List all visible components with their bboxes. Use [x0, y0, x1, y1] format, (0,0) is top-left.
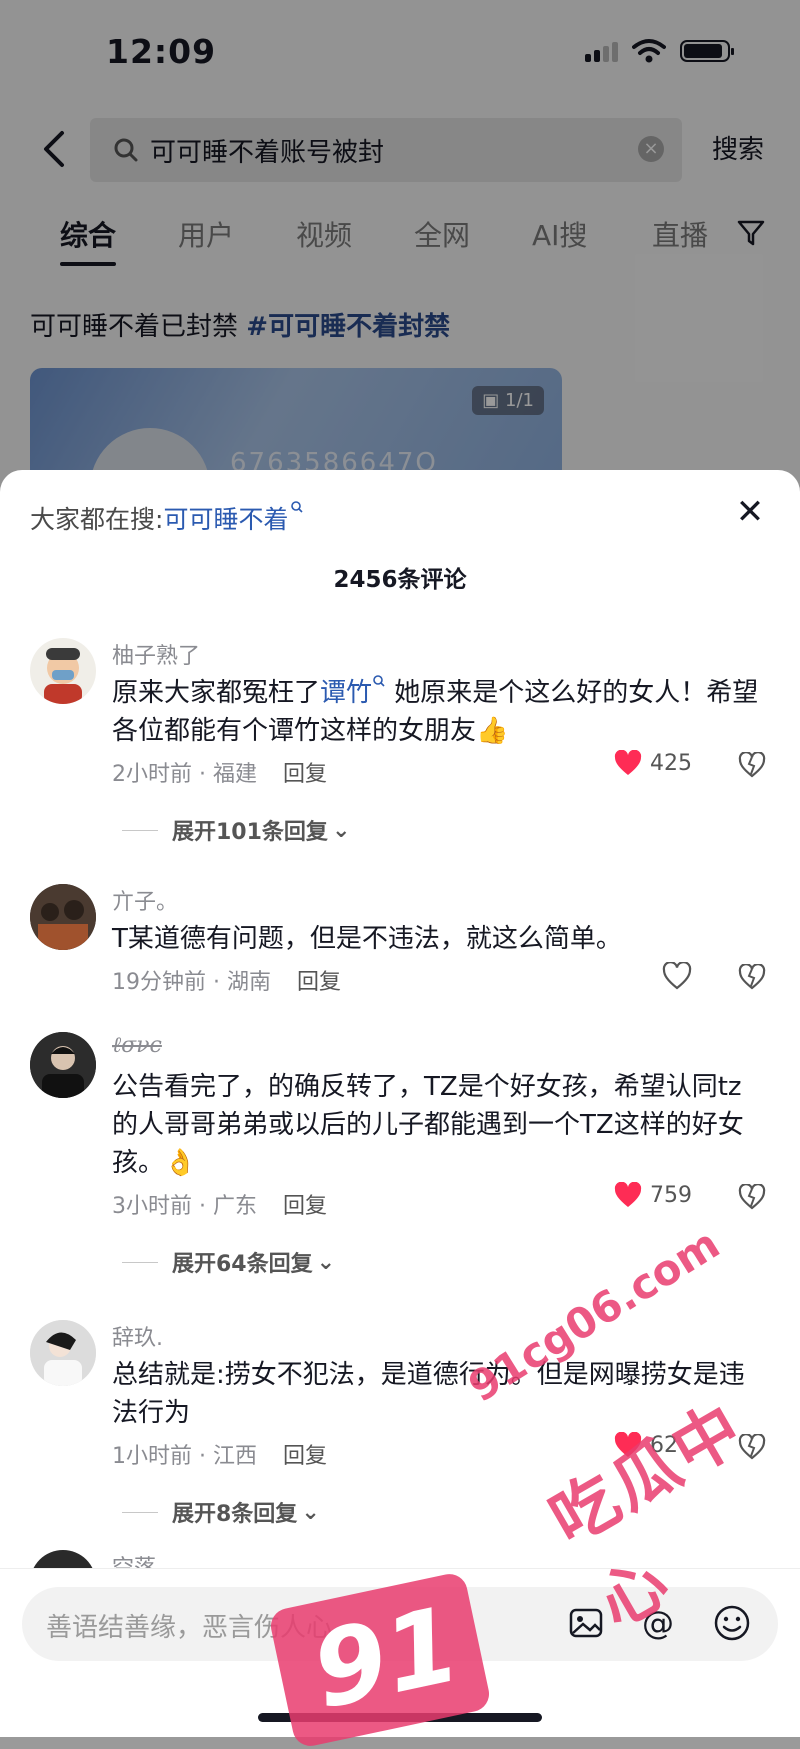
search-icon	[373, 675, 385, 687]
heart-filled-icon	[614, 1432, 642, 1457]
expand-replies-label: 展开101条回复	[172, 820, 328, 845]
comment-author[interactable]: 亣子。	[112, 884, 178, 916]
expand-replies-label: 展开64条回复	[172, 1252, 313, 1277]
trending-search[interactable]: 大家都在搜:可可睡不着	[30, 500, 304, 536]
comment-input-placeholder: 善语结善缘，恶言伤人心	[46, 1613, 333, 1643]
dislike-heart-icon[interactable]	[738, 1184, 766, 1210]
image-icon[interactable]	[566, 1603, 606, 1643]
emoji-icon[interactable]	[712, 1603, 752, 1643]
comment-author[interactable]: 柚子熟了	[112, 638, 200, 670]
comment-meta: 19分钟前 · 湖南 回复	[112, 964, 341, 996]
dislike-heart-icon[interactable]	[738, 752, 766, 778]
comment-text: T某道德有问题，但是不违法，就这么简单。	[112, 924, 622, 954]
trending-prefix: 大家都在搜:	[30, 505, 164, 534]
trending-keyword[interactable]: 可可睡不着	[163, 505, 288, 534]
mention-icon[interactable]: @	[638, 1603, 678, 1643]
search-icon	[291, 501, 304, 513]
heart-filled-icon	[614, 1182, 642, 1207]
expand-divider	[122, 829, 158, 831]
like-button[interactable]: 425	[614, 750, 692, 776]
comment-text: 公告看完了，的确反转了，TZ是个好女孩，希望认同tz的人哥哥弟弟或以后的儿子都能…	[112, 1072, 744, 1178]
comment-sheet: 大家都在搜:可可睡不着 ✕ 2456条评论 柚子熟了 原来大家都冤枉了谭竹 她原…	[0, 470, 800, 1736]
heart-outline-icon[interactable]	[662, 962, 692, 990]
like-count: 62	[650, 1432, 678, 1458]
expand-divider	[122, 1261, 158, 1263]
avatar[interactable]	[30, 638, 96, 704]
comment-text: 总结就是:捞女不犯法，是道德行为。但是网曝捞女是违法行为	[112, 1360, 745, 1428]
expand-replies[interactable]: 展开64条回复 ⌄	[122, 1246, 335, 1278]
expand-divider	[122, 1511, 158, 1513]
svg-text:@: @	[642, 1604, 674, 1642]
heart-filled-icon	[614, 750, 642, 775]
chevron-down-icon: ⌄	[301, 1499, 320, 1525]
expand-replies-label: 展开8条回复	[172, 1502, 298, 1527]
home-indicator[interactable]	[258, 1713, 542, 1722]
reply-button[interactable]: 回复	[283, 1444, 327, 1469]
chevron-down-icon: ⌄	[331, 817, 351, 843]
comment-author[interactable]: ℓσνє	[112, 1032, 162, 1058]
comment-meta: 1小时前 · 江西 回复	[112, 1438, 327, 1470]
like-count: 759	[650, 1182, 692, 1208]
comment-meta: 3小时前 · 广东 回复	[112, 1188, 327, 1220]
comment-time-location: 1小时前 · 江西	[112, 1444, 257, 1469]
reply-button[interactable]: 回复	[283, 762, 327, 787]
close-icon[interactable]: ✕	[730, 492, 770, 532]
like-button[interactable]: 62	[614, 1432, 678, 1458]
comment-keyword-link[interactable]: 谭竹	[320, 678, 372, 708]
reply-button[interactable]: 回复	[297, 970, 341, 995]
comment-meta: 2小时前 · 福建 回复	[112, 756, 327, 788]
comment-count: 2456条评论	[333, 567, 467, 593]
dislike-heart-icon[interactable]	[738, 964, 766, 990]
chevron-down-icon: ⌄	[316, 1249, 336, 1275]
comment-time-location: 19分钟前 · 湖南	[112, 970, 271, 995]
expand-replies[interactable]: 展开8条回复 ⌄	[122, 1496, 320, 1528]
reply-button[interactable]: 回复	[283, 1194, 327, 1219]
avatar[interactable]	[30, 884, 96, 950]
like-count: 425	[650, 750, 692, 776]
comment-author[interactable]: 辞玖.	[112, 1320, 163, 1352]
comment-time-location: 3小时前 · 广东	[112, 1194, 257, 1219]
comment-input-bar: 善语结善缘，恶言伤人心 @	[0, 1568, 800, 1737]
comment-input[interactable]: 善语结善缘，恶言伤人心 @	[22, 1587, 778, 1661]
comment-text: 原来大家都冤枉了谭竹 她原来是个这么好的女人！希望各位都能有个谭竹这样的女朋友👍	[112, 674, 762, 750]
expand-replies[interactable]: 展开101条回复 ⌄	[122, 814, 350, 846]
avatar[interactable]	[30, 1320, 96, 1386]
dislike-heart-icon[interactable]	[738, 1434, 766, 1460]
avatar[interactable]	[30, 1032, 96, 1098]
comment-text-part: 原来大家都冤枉了	[112, 678, 321, 708]
comment-time-location: 2小时前 · 福建	[112, 762, 257, 787]
like-button[interactable]: 759	[614, 1182, 692, 1208]
